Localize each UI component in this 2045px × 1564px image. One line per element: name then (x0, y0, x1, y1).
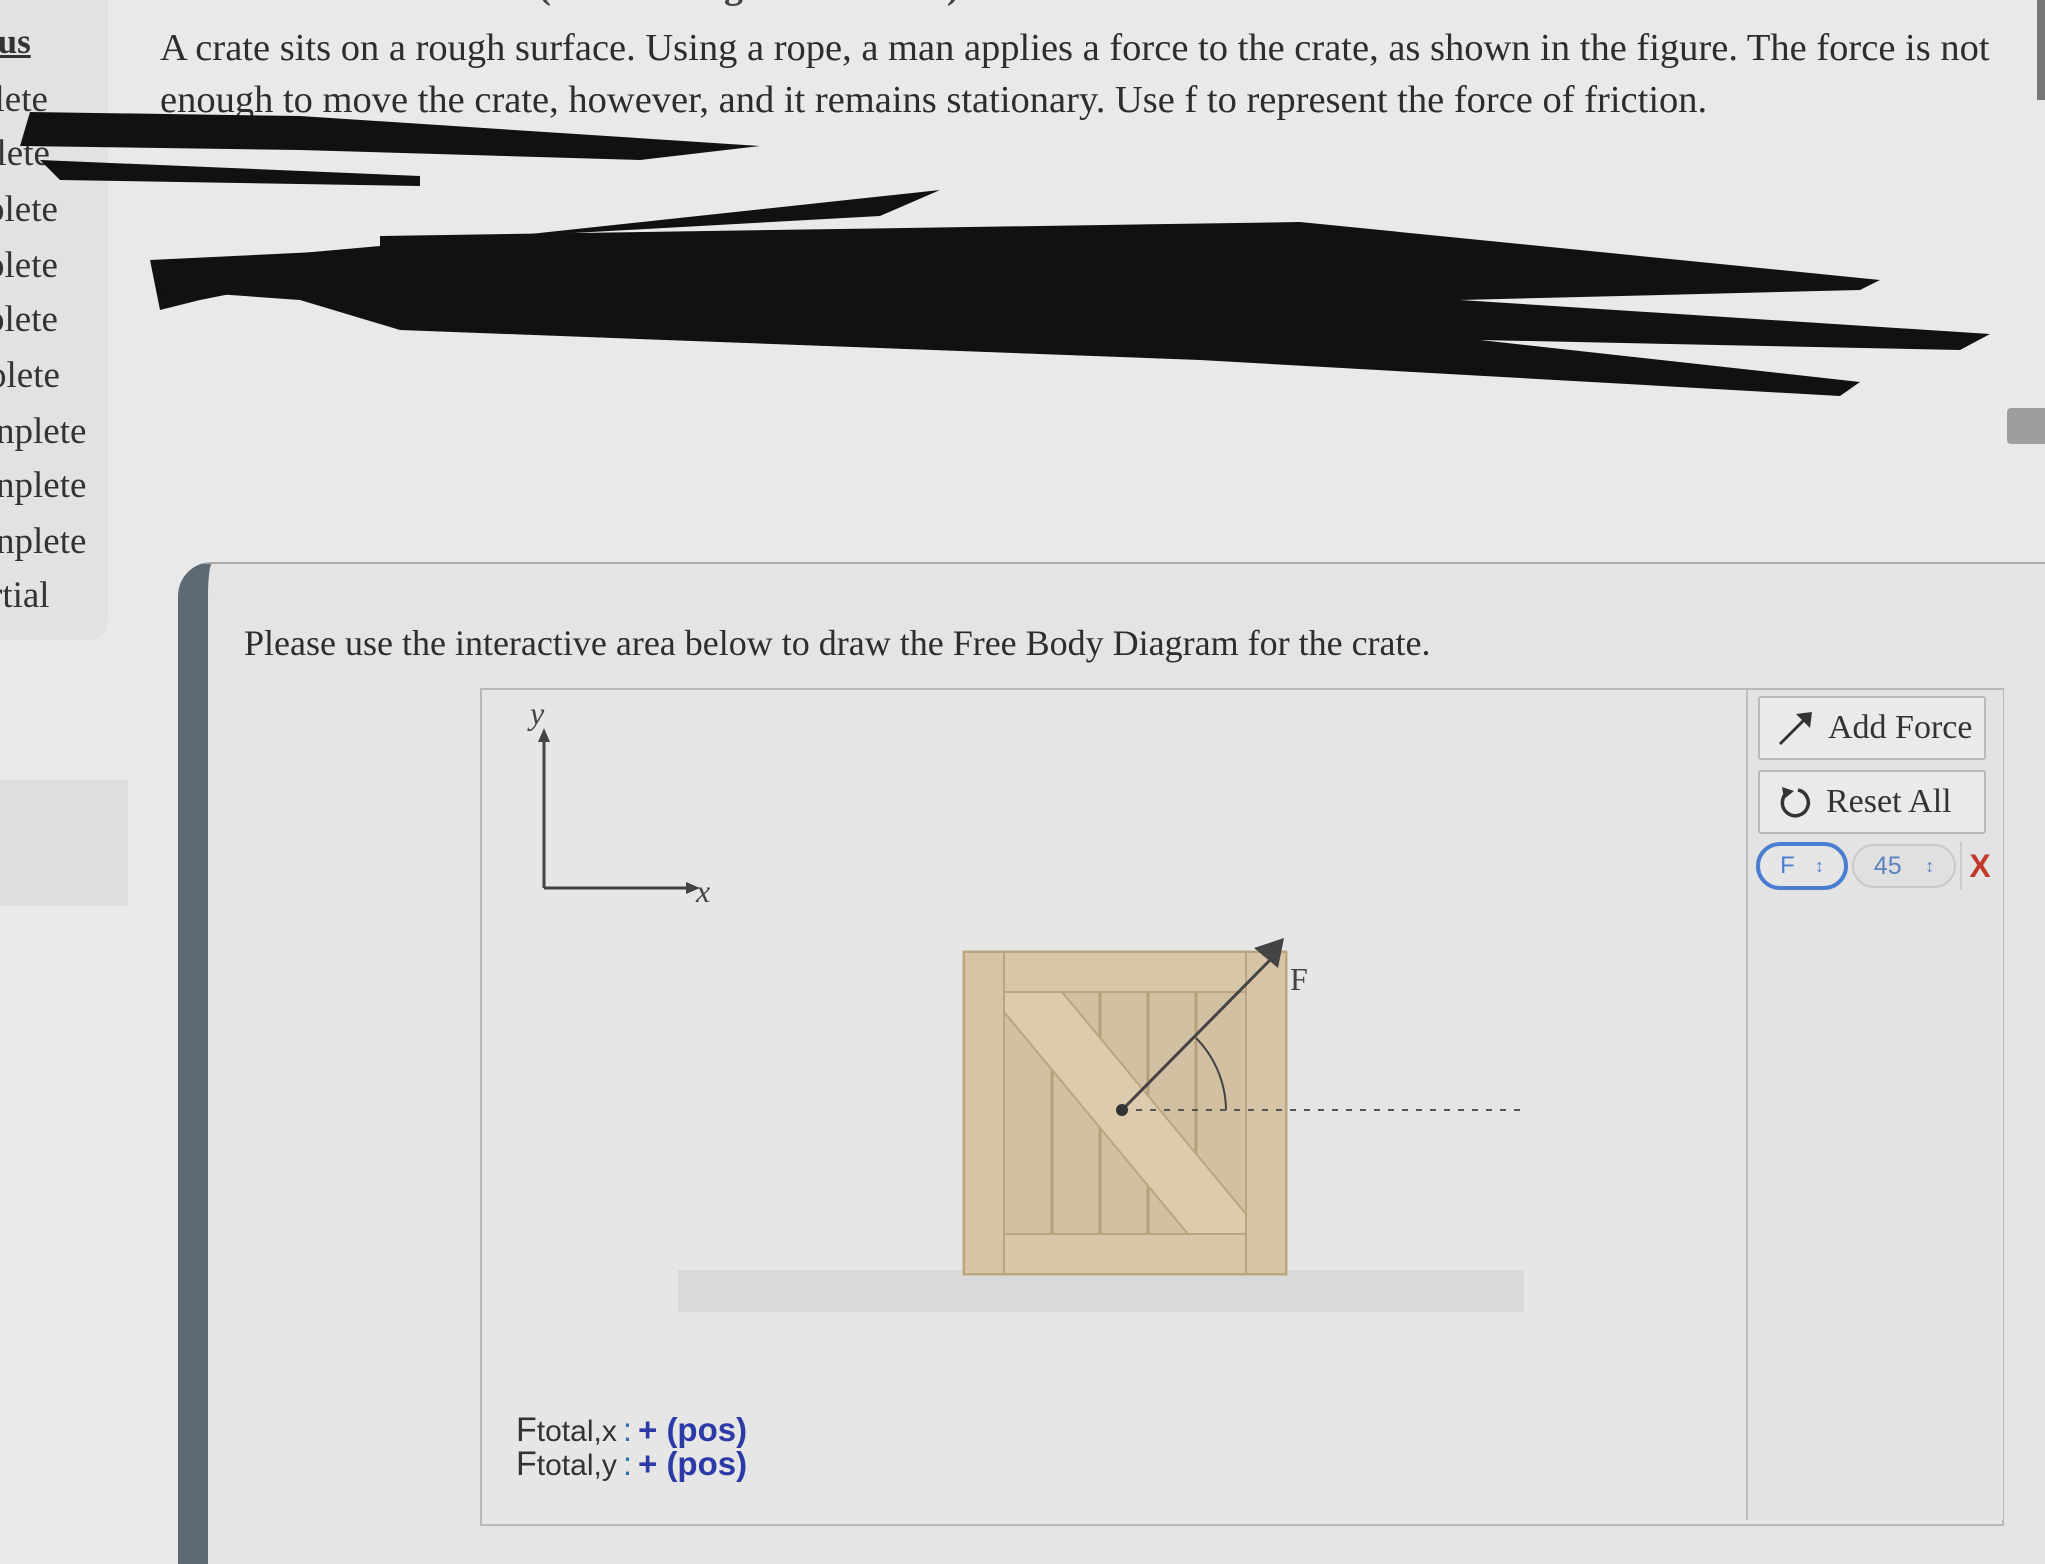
status-item[interactable]: plete (0, 298, 58, 341)
chevron-updown-icon: ↕ (1925, 855, 1935, 876)
reset-all-label: Reset All (1826, 783, 1952, 820)
reset-all-button[interactable]: Reset All (1758, 770, 1986, 834)
floor-surface (678, 1270, 1524, 1312)
status-item[interactable]: rtial (0, 574, 50, 617)
window-edge (2037, 0, 2045, 100)
total-x-value: + (pos) (638, 1411, 748, 1448)
force-angle-select[interactable]: 45 ↕ (1852, 844, 1956, 888)
add-force-button[interactable]: Add Force (1758, 696, 1986, 760)
status-item[interactable]: plete (0, 354, 60, 397)
fbd-diagram: y x F (527, 695, 1524, 1312)
force-totals: F total,x : + (pos) F total,y : + (pos) (516, 1411, 748, 1483)
scrollbar-thumb[interactable] (2007, 408, 2045, 444)
status-item[interactable]: nplete (0, 520, 86, 563)
y-axis-label: y (527, 695, 545, 731)
x-axis-label: x (695, 873, 710, 909)
problem-text: A crate sits on a rough surface. Using a… (160, 27, 1990, 121)
status-item[interactable]: nplete (0, 410, 86, 453)
chevron-updown-icon: ↕ (1814, 855, 1824, 876)
sidebar-tab (0, 780, 128, 906)
status-item[interactable]: plete (0, 244, 58, 287)
force-name-select[interactable]: F ↕ (1756, 842, 1848, 890)
status-header: tus (0, 22, 31, 61)
assignment-status-sidebar: tus plete plete plete plete plete plete … (0, 0, 108, 640)
problem-title: Problem 10: (5% of Assignment Value) (330, 0, 959, 8)
status-item[interactable]: plete (0, 78, 48, 121)
reset-icon (1780, 787, 1811, 818)
delete-force-button[interactable]: X (1960, 842, 1998, 890)
force-selector-row: F ↕ 45 ↕ X (1756, 842, 2006, 894)
total-x-row: F total,x : + (pos) (516, 1411, 748, 1449)
fbd-prompt: Please use the interactive area below to… (244, 623, 1431, 663)
status-item[interactable]: plete (0, 132, 50, 175)
add-force-label: Add Force (1828, 709, 1973, 746)
status-item[interactable]: plete (0, 188, 58, 231)
total-y-row: F total,y : + (pos) (516, 1445, 748, 1483)
force-origin-point[interactable] (1116, 1104, 1128, 1116)
coordinate-axes: y x (527, 695, 710, 909)
total-y-value: + (pos) (638, 1445, 748, 1482)
force-label: F (1290, 961, 1308, 997)
status-item[interactable]: nplete (0, 464, 86, 507)
arrow-icon (1778, 712, 1812, 746)
